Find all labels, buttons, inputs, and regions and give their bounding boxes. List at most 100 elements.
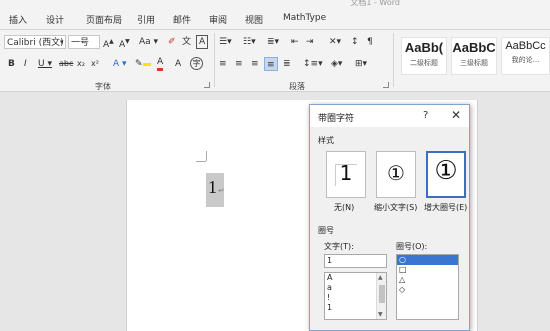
tab-review[interactable]: 审阅 xyxy=(209,13,227,26)
option-glyph: 1 xyxy=(339,161,353,185)
option-glyph: ① xyxy=(387,161,405,185)
ribbon-tab-bar: 插入 设计 页面布局 引用 邮件 审阅 视图 MathType xyxy=(0,8,550,30)
bold-icon[interactable]: B xyxy=(8,57,15,71)
font-group-label: 字体 xyxy=(95,82,111,91)
title-bar: 文档1 - Word xyxy=(0,0,550,8)
shrink-font-icon[interactable]: A▼ xyxy=(119,35,130,50)
enclose-characters-icon[interactable]: 字 xyxy=(190,57,203,70)
style-name: 我的论... xyxy=(511,56,540,64)
tab-references[interactable]: 引用 xyxy=(137,13,155,26)
phonetic-guide-icon[interactable]: 文 xyxy=(182,35,191,49)
tab-layout[interactable]: 页面布局 xyxy=(86,13,122,26)
dialog-title-bar: 带圈字符 xyxy=(310,105,469,127)
selected-character: 1 xyxy=(208,177,217,197)
scroll-thumb[interactable] xyxy=(379,285,385,303)
style-heading3[interactable]: AaBbC 三级标题 xyxy=(451,37,497,75)
scroll-down-icon[interactable]: ▼ xyxy=(378,311,383,318)
list-item[interactable]: ◇ xyxy=(397,285,458,295)
subscript-icon[interactable]: x₂ xyxy=(77,57,85,71)
option-label-shrink[interactable]: 缩小文字(S) xyxy=(374,202,417,213)
list-item[interactable]: ○ xyxy=(397,255,458,265)
italic-icon[interactable]: I xyxy=(24,57,27,71)
decrease-indent-icon[interactable]: ⇤ xyxy=(291,35,299,49)
option-glyph: ① xyxy=(434,156,458,186)
margin-marker xyxy=(206,151,207,161)
font-dialog-launcher-icon[interactable] xyxy=(204,82,210,88)
ribbon: Calibri (西文) ▾ 一号 A▲ A▼ Aa ▾ ✐ 文 A B I U… xyxy=(0,30,550,92)
line-spacing-icon[interactable]: ↕≡▾ xyxy=(303,57,323,71)
style-option-enlarge-symbol[interactable]: ① xyxy=(426,151,466,198)
style-name: 二级标题 xyxy=(410,59,438,67)
tab-mailings[interactable]: 邮件 xyxy=(173,13,191,26)
align-right-icon[interactable]: ≡ xyxy=(251,57,259,71)
chinese-layout-icon[interactable]: ✕▾ xyxy=(329,35,341,49)
text-input[interactable]: 1 xyxy=(324,254,387,268)
numbering-icon[interactable]: ☷▾ xyxy=(243,35,256,49)
tab-mathtype[interactable]: MathType xyxy=(283,13,326,23)
distributed-icon[interactable]: ≣ xyxy=(283,57,291,71)
change-case-icon[interactable]: Aa ▾ xyxy=(139,35,158,49)
superscript-icon[interactable]: x² xyxy=(91,57,99,71)
font-size-select[interactable]: 一号 xyxy=(68,35,100,49)
document-text[interactable]: 1↵ xyxy=(208,177,225,198)
font-name-select[interactable]: Calibri (西文) xyxy=(4,35,66,49)
tab-view[interactable]: 视图 xyxy=(245,13,263,26)
group-divider xyxy=(393,33,394,87)
margin-marker xyxy=(196,161,206,162)
borders-icon[interactable]: ⊞▾ xyxy=(355,57,367,71)
sort-icon[interactable]: ↕ xyxy=(351,35,359,49)
tab-insert[interactable]: 插入 xyxy=(9,13,27,26)
close-button[interactable]: ✕ xyxy=(451,108,461,122)
style-option-shrink-text[interactable]: ① xyxy=(376,151,416,198)
paragraph-group-label: 段落 xyxy=(289,82,305,91)
enclosure-field-label: 圈号(O): xyxy=(396,242,428,251)
list-item[interactable]: □ xyxy=(397,265,458,275)
show-marks-icon[interactable]: ¶ xyxy=(367,35,373,49)
option-label-none[interactable]: 无(N) xyxy=(334,202,354,213)
font-color-icon[interactable]: A xyxy=(157,57,164,71)
window-title: 文档1 - Word xyxy=(350,0,400,7)
increase-indent-icon[interactable]: ⇥ xyxy=(306,35,314,49)
text-list[interactable]: A a ! 1 ▲ ▼ xyxy=(324,272,387,320)
list-item[interactable]: △ xyxy=(397,275,458,285)
style-option-none[interactable]: 1 xyxy=(326,151,366,198)
group-divider xyxy=(214,33,215,87)
style-heading2[interactable]: AaBb( 二级标题 xyxy=(401,37,447,75)
help-button[interactable]: ? xyxy=(423,110,428,121)
style-preview: AaBb( xyxy=(404,40,444,55)
character-border-icon[interactable]: A xyxy=(196,35,209,49)
font-name-dropdown-icon[interactable]: ▾ xyxy=(60,35,64,49)
align-center-icon[interactable]: ≡ xyxy=(235,57,243,71)
paragraph-mark: ↵ xyxy=(218,186,225,195)
paragraph-dialog-launcher-icon[interactable] xyxy=(383,82,389,88)
scroll-up-icon[interactable]: ▲ xyxy=(378,274,383,281)
style-my-thesis[interactable]: AaBbCc 我的论... xyxy=(501,37,550,75)
align-left-icon[interactable]: ≡ xyxy=(219,57,227,71)
font-size-value: 一号 xyxy=(71,38,90,48)
style-preview: AaBbCc xyxy=(505,40,546,52)
enclosure-section-label: 圈号 xyxy=(318,226,334,235)
enclosure-list[interactable]: ○ □ △ ◇ xyxy=(396,254,459,320)
style-section-label: 样式 xyxy=(318,136,334,145)
underline-icon[interactable]: U ▾ xyxy=(38,57,52,71)
text-field-label: 文字(T): xyxy=(324,242,354,251)
tab-design[interactable]: 设计 xyxy=(46,13,64,26)
justify-icon[interactable]: ≡ xyxy=(264,57,278,71)
shading-icon[interactable]: ◈▾ xyxy=(331,57,342,71)
enclose-characters-dialog: 带圈字符 ? ✕ 样式 1 ① ① 无(N) 缩小文字(S) 增大圈号(E) 圈… xyxy=(309,104,470,331)
style-name: 三级标题 xyxy=(460,59,488,67)
grow-font-icon[interactable]: A▲ xyxy=(103,35,114,50)
scrollbar[interactable]: ▲ ▼ xyxy=(376,273,386,319)
dialog-title: 带圈字符 xyxy=(318,114,355,124)
text-input-value: 1 xyxy=(327,256,333,265)
multilevel-list-icon[interactable]: ≣▾ xyxy=(267,35,279,49)
style-preview: AaBbC xyxy=(452,40,496,55)
character-shading-icon[interactable]: A xyxy=(175,57,181,71)
text-effects-icon[interactable]: A ▾ xyxy=(113,57,127,71)
font-name-value: Calibri (西文) xyxy=(7,38,64,48)
highlight-icon[interactable]: ✎ xyxy=(135,57,151,71)
option-label-enlarge[interactable]: 增大圈号(E) xyxy=(424,202,467,213)
strikethrough-icon[interactable]: abc xyxy=(59,57,73,71)
bullets-icon[interactable]: ☰▾ xyxy=(219,35,232,49)
clear-format-icon[interactable]: ✐ xyxy=(168,35,176,49)
